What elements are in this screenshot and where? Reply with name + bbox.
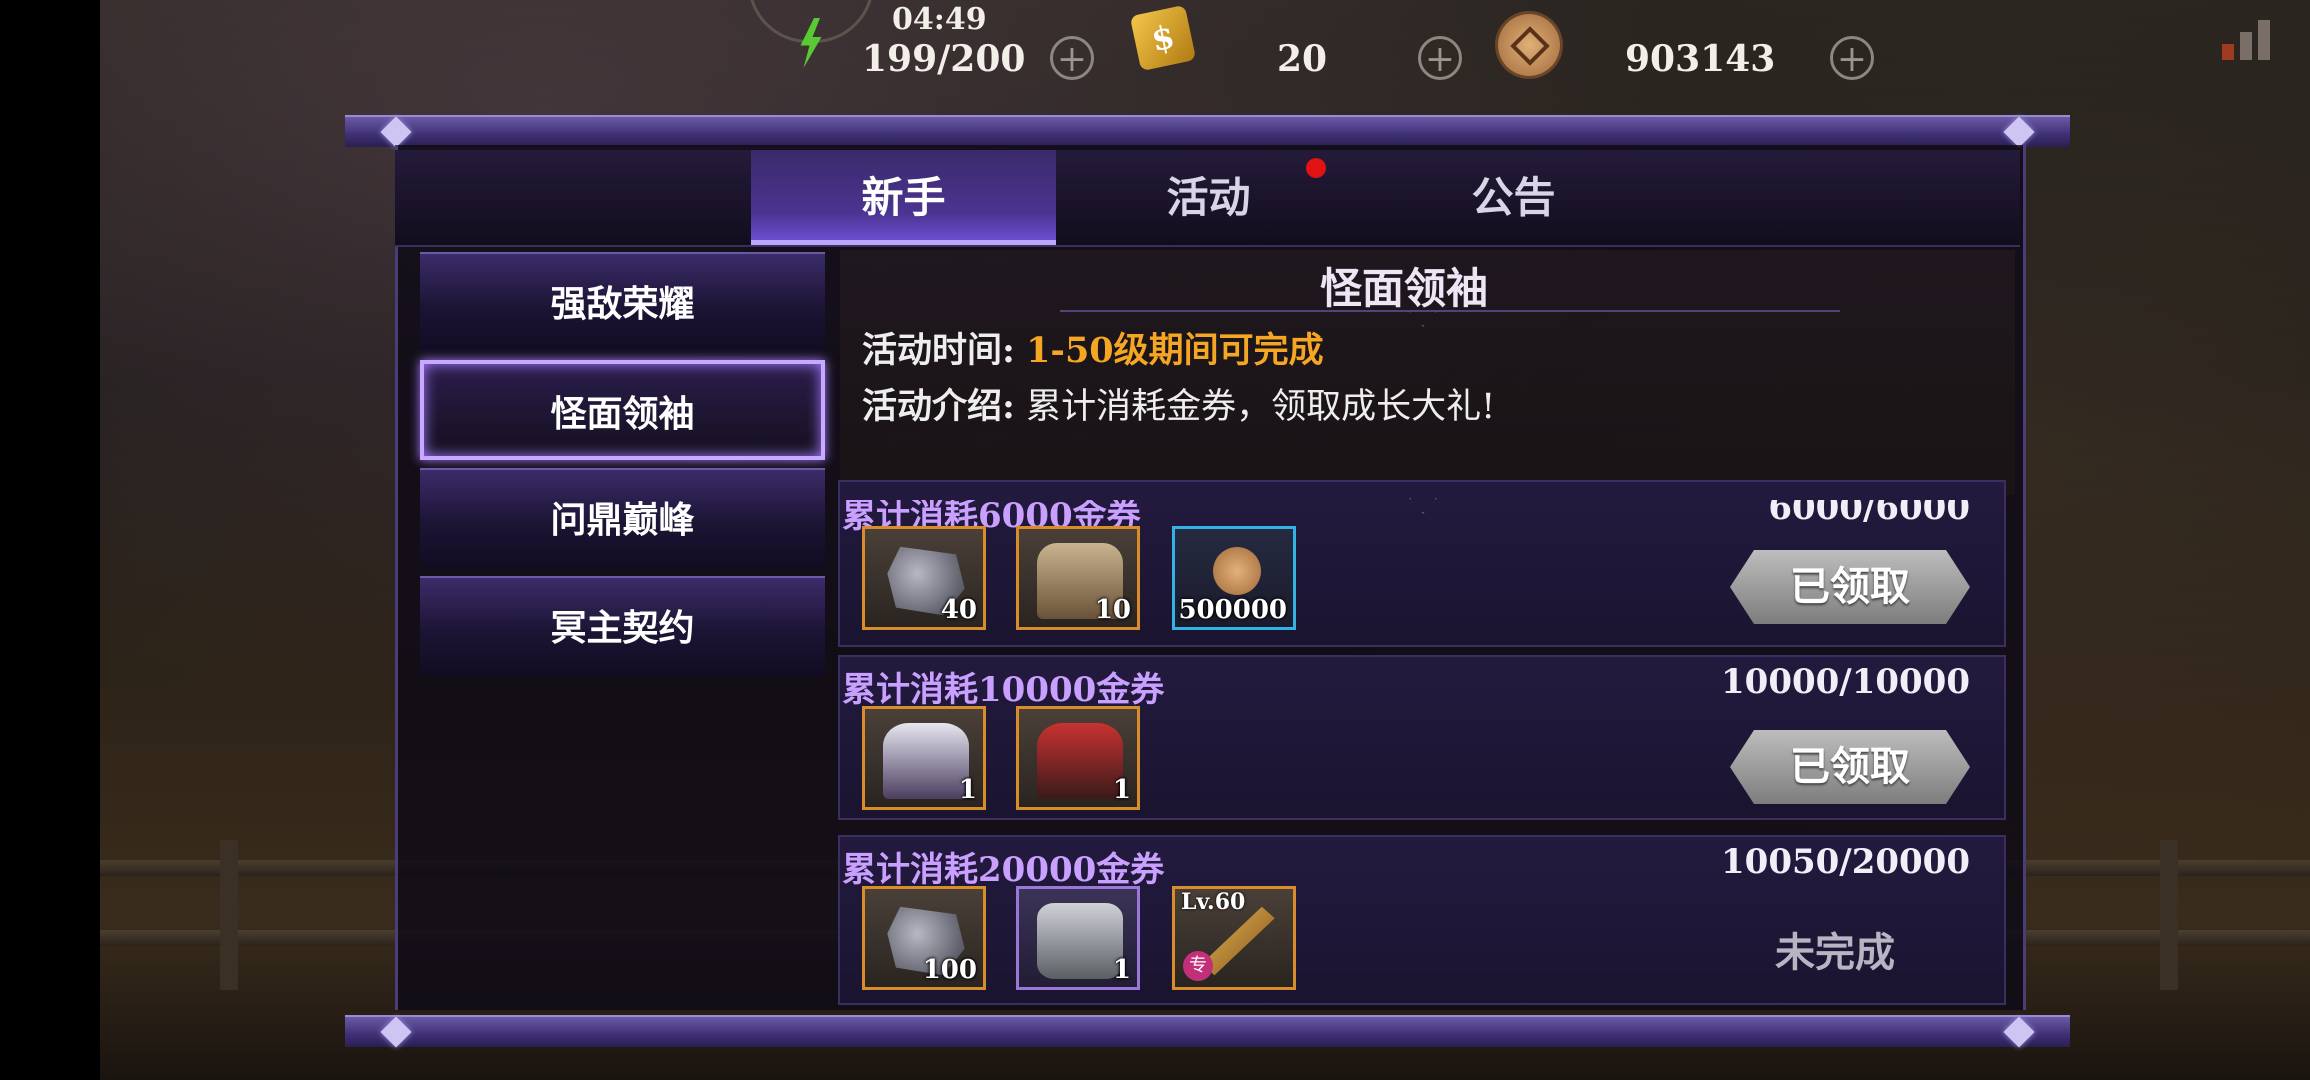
hero-red-icon — [1037, 723, 1123, 799]
claimed-button[interactable]: 已领取 — [1730, 730, 1970, 804]
gold-count: 903143 — [1625, 38, 1776, 80]
tab-announcements[interactable]: 公告 — [1361, 150, 1666, 245]
reward-item[interactable]: 100 — [862, 886, 986, 990]
frame-top-bar — [345, 115, 2070, 148]
event-intro-line: 活动介绍: 累计消耗金券，领取成长大礼! — [862, 378, 1495, 429]
event-time-value: 1-50级期间可完成 — [1026, 330, 1324, 371]
reward-qty: 1 — [1112, 775, 1131, 805]
menu-item-monster-leader[interactable]: 怪面领袖 — [420, 360, 825, 460]
reward-qty: 100 — [922, 955, 977, 985]
hero-white-hair-icon — [883, 723, 969, 799]
reward-item[interactable]: 40 — [862, 526, 986, 630]
tab-newbie[interactable]: 新手 — [751, 150, 1056, 245]
frame-gem — [2003, 116, 2035, 148]
event-intro-label: 活动介绍: — [862, 386, 1015, 427]
event-title: 怪面领袖 — [1320, 264, 1489, 313]
gold-coin-icon — [1213, 547, 1261, 595]
gold-coin-icon — [1498, 14, 1560, 76]
energy-value: 199/200 — [862, 38, 1026, 80]
incomplete-status: 未完成 — [1775, 929, 1895, 976]
reward-item[interactable]: 500000 — [1172, 526, 1296, 630]
letterbox-left — [0, 0, 100, 1080]
menu-item-strong-enemy-glory[interactable]: 强敌荣耀 — [420, 252, 825, 352]
mech-hero-icon — [1037, 903, 1123, 979]
reward-item[interactable]: 1 — [1016, 886, 1140, 990]
reward-qty: 40 — [940, 595, 977, 625]
reward-row-title: 累计消耗20000金券 — [842, 850, 1165, 890]
menu-item-peak-challenge[interactable]: 问鼎巅峰 — [420, 468, 825, 568]
tab-bar: 新手 活动 公告 — [395, 150, 2020, 247]
energy-timer: 04:49 — [892, 2, 987, 37]
reward-row-progress: 10000/10000 — [1721, 662, 1970, 702]
reward-item[interactable]: 10 — [1016, 526, 1140, 630]
reward-row-title: 累计消耗10000金券 — [842, 670, 1165, 710]
signal-icon — [2216, 20, 2270, 60]
event-time-line: 活动时间: 1-50级期间可完成 — [862, 322, 1324, 373]
reward-level: Lv.60 — [1181, 889, 1246, 915]
frame-bottom-bar — [345, 1015, 2070, 1048]
railing-post — [220, 840, 238, 990]
frame-gem — [380, 1016, 412, 1048]
reward-qty: 10 — [1094, 595, 1131, 625]
add-gold-button[interactable]: + — [1830, 36, 1874, 80]
title-divider — [1060, 310, 1840, 312]
notification-dot — [1306, 158, 1326, 178]
reward-row-progress: 10050/20000 — [1721, 842, 1970, 882]
reward-item[interactable]: 1 — [862, 706, 986, 810]
railing-post — [2160, 840, 2178, 990]
reward-qty: 1 — [958, 775, 977, 805]
event-time-label: 活动时间: — [862, 330, 1015, 371]
ticket-icon: $ — [1129, 4, 1197, 72]
add-energy-button[interactable]: + — [1050, 36, 1094, 80]
exclusive-badge: 专 — [1183, 951, 1213, 981]
event-intro-value: 累计消耗金券，领取成长大礼! — [1026, 387, 1496, 427]
reward-item[interactable]: 1 — [1016, 706, 1140, 810]
ticket-count: 20 — [1277, 38, 1328, 80]
reward-qty: 1 — [1112, 955, 1131, 985]
reward-qty: 500000 — [1178, 595, 1287, 625]
add-ticket-button[interactable]: + — [1418, 36, 1462, 80]
menu-item-underworld-contract[interactable]: 冥主契约 — [420, 576, 825, 676]
reward-item[interactable]: Lv.60 专 — [1172, 886, 1296, 990]
top-hud: 04:49 199/200 + $ 20 + 903143 + — [0, 0, 2310, 110]
frame-gem — [380, 116, 412, 148]
frame-gem — [2003, 1016, 2035, 1048]
claimed-button[interactable]: 已领取 — [1730, 550, 1970, 624]
